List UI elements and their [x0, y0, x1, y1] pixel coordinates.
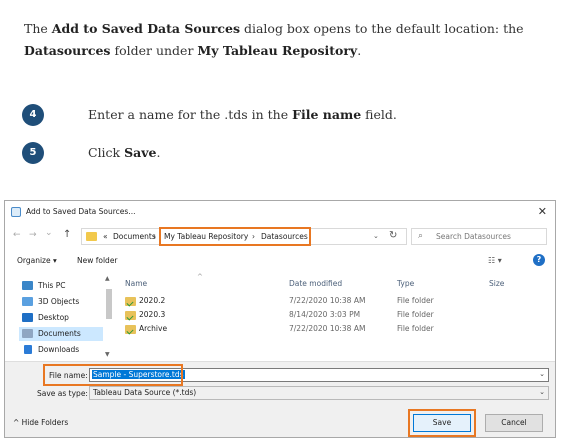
address-separator: ›: [153, 232, 156, 241]
intro-text: The: [24, 21, 52, 36]
file-row[interactable]: 2020.3 8/14/2020 3:03 PM File folder: [115, 309, 551, 322]
file-list: Name ^ Date modified Type Size 2020.2 7/…: [115, 273, 551, 361]
close-icon[interactable]: ✕: [538, 205, 547, 218]
search-icon: ⌕: [418, 231, 424, 241]
column-header-type[interactable]: Type: [397, 279, 414, 288]
dialog-titlebar: Add to Saved Data Sources... ✕: [5, 201, 555, 223]
refresh-icon[interactable]: ↻: [389, 230, 397, 241]
file-name-highlight: [43, 364, 183, 386]
tableau-app-icon: [11, 207, 21, 217]
chevron-down-icon[interactable]: ⌄: [539, 370, 545, 378]
help-icon[interactable]: ?: [533, 254, 545, 266]
documents-icon: [22, 329, 33, 338]
chevron-down-icon[interactable]: ⌄: [539, 388, 545, 396]
save-type-value: Tableau Data Source (*.tds): [93, 388, 197, 397]
navigation-pane: This PC 3D Objects Desktop Documents Dow…: [9, 275, 112, 361]
new-folder-button[interactable]: New folder: [77, 256, 118, 265]
back-arrow-icon[interactable]: ←: [13, 230, 21, 240]
file-row[interactable]: 2020.2 7/22/2020 10:38 AM File folder: [115, 295, 551, 308]
file-row[interactable]: Archive 7/22/2020 10:38 AM File folder: [115, 323, 551, 336]
step-4: 4 Enter a name for the .tds in the File …: [22, 104, 542, 126]
column-header-name[interactable]: Name: [125, 279, 147, 288]
up-arrow-icon[interactable]: ↑: [63, 229, 71, 240]
nav-item-desktop[interactable]: Desktop: [19, 311, 103, 325]
save-dialog: Add to Saved Data Sources... ✕ ← → ⌄ ↑ «…: [4, 200, 556, 438]
address-dropdown-icon[interactable]: ⌄: [373, 232, 379, 240]
intro-paragraph: The Add to Saved Data Sources dialog box…: [24, 18, 544, 62]
address-segment-documents[interactable]: Documents: [113, 232, 156, 241]
navigation-bar: ← → ⌄ ↑ « Documents › My Tableau Reposit…: [5, 225, 555, 247]
intro-text: .: [357, 43, 362, 58]
hide-folders-toggle[interactable]: ^ Hide Folders: [13, 418, 68, 427]
view-options-icon[interactable]: ☷ ▾: [488, 256, 502, 265]
desktop-icon: [22, 313, 33, 322]
folder-icon: [125, 311, 136, 320]
save-type-label: Save as type:: [37, 389, 88, 398]
3d-objects-icon: [22, 297, 33, 306]
nav-item-this-pc[interactable]: This PC: [19, 279, 103, 293]
intro-repository-name: My Tableau Repository: [197, 43, 358, 58]
address-overflow[interactable]: «: [103, 232, 108, 241]
step-number-badge: 4: [22, 104, 44, 126]
nav-item-3d-objects[interactable]: 3D Objects: [19, 295, 103, 309]
organize-button[interactable]: Organize ▾: [17, 256, 57, 265]
folder-icon: [86, 232, 97, 241]
scroll-down-icon[interactable]: ▼: [105, 351, 110, 358]
intro-text: dialog box opens to the default location…: [240, 21, 524, 36]
column-header-size[interactable]: Size: [489, 279, 504, 288]
download-arrow-icon: [24, 345, 32, 354]
forward-arrow-icon[interactable]: →: [29, 230, 37, 240]
search-placeholder: Search Datasources: [436, 232, 511, 241]
dialog-title: Add to Saved Data Sources...: [26, 207, 136, 216]
search-box[interactable]: ⌕ Search Datasources: [411, 228, 547, 245]
nav-scrollbar[interactable]: ▲ ▼: [105, 275, 113, 361]
cancel-button[interactable]: Cancel: [485, 414, 543, 432]
step-5: 5 Click Save.: [22, 142, 542, 164]
scroll-thumb[interactable]: [106, 289, 112, 319]
dialog-footer: File name: Sample - Superstore.tds ⌄ Sav…: [5, 361, 555, 437]
save-button-highlight: [408, 409, 476, 437]
folder-icon: [125, 297, 136, 306]
address-highlight: [159, 227, 311, 246]
computer-icon: [22, 281, 33, 290]
recent-locations-icon[interactable]: ⌄: [45, 228, 53, 238]
step-number-badge: 5: [22, 142, 44, 164]
step-text: Click Save.: [88, 145, 161, 160]
intro-folder-name: Datasources: [24, 43, 111, 58]
intro-text: folder under: [110, 43, 198, 58]
scroll-up-icon[interactable]: ▲: [105, 275, 110, 282]
nav-item-downloads[interactable]: Downloads: [19, 343, 103, 357]
address-bar[interactable]: « Documents › My Tableau Repository › Da…: [81, 227, 407, 246]
folder-icon: [125, 325, 136, 334]
sort-caret-icon: ^: [197, 273, 203, 281]
dialog-toolbar: Organize ▾ New folder ☷ ▾ ?: [5, 253, 555, 271]
save-type-select[interactable]: Tableau Data Source (*.tds) ⌄: [89, 386, 549, 400]
step-text: Enter a name for the .tds in the File na…: [88, 107, 397, 122]
column-header-date[interactable]: Date modified: [289, 279, 342, 288]
intro-dialog-name: Add to Saved Data Sources: [51, 21, 240, 36]
nav-item-documents[interactable]: Documents: [19, 327, 103, 341]
